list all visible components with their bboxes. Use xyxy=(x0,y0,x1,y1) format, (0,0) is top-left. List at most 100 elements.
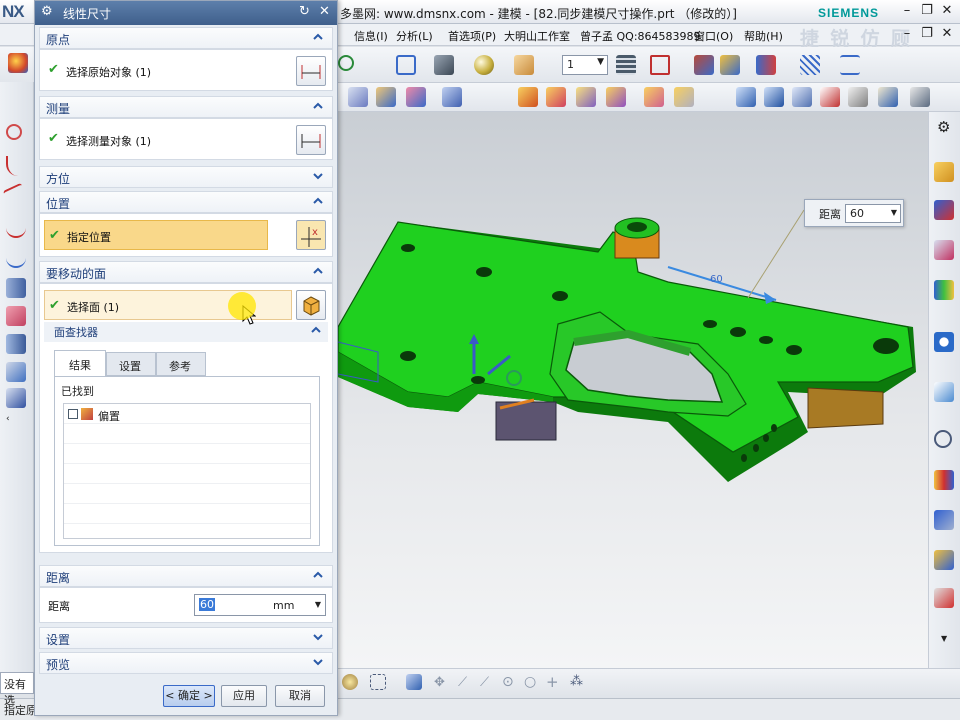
menu-studio[interactable]: 大明山工作室 xyxy=(504,28,570,44)
dimension-icon[interactable] xyxy=(840,55,860,75)
pull-face-icon[interactable] xyxy=(406,87,426,107)
constraint-navigator-icon[interactable] xyxy=(934,200,954,220)
pattern-face-icon[interactable] xyxy=(644,87,664,107)
delete-face-icon[interactable] xyxy=(606,87,626,107)
info-icon[interactable] xyxy=(934,332,954,352)
assembly-navigator-icon[interactable] xyxy=(934,162,954,182)
datum-plane-icon[interactable] xyxy=(6,388,26,408)
snap-settings-icon[interactable]: ⁂ xyxy=(570,674,583,689)
curve-icon[interactable] xyxy=(6,156,26,176)
offset-region-icon[interactable] xyxy=(442,87,462,107)
wcs-icon[interactable] xyxy=(650,55,670,75)
shading-icon[interactable] xyxy=(474,55,494,75)
tab-results[interactable]: 结果 xyxy=(54,350,106,376)
section-faces-header[interactable]: 要移动的面 xyxy=(39,261,333,283)
doc-close-button[interactable]: ✕ xyxy=(938,26,956,42)
distance-input[interactable]: 60 mm ▼ xyxy=(194,594,326,616)
section-location-header[interactable]: 位置 xyxy=(39,191,333,213)
trim-body-icon[interactable] xyxy=(6,362,26,382)
resize-blend-icon[interactable] xyxy=(546,87,566,107)
reset-icon[interactable]: ↻ xyxy=(299,4,310,19)
chevron-down-icon[interactable]: ▼ xyxy=(315,600,321,609)
gear-icon[interactable]: ⚙ xyxy=(41,4,53,19)
optimize-face-icon[interactable] xyxy=(848,87,868,107)
existing-point-icon[interactable]: + xyxy=(546,673,559,691)
scroll-down-icon[interactable]: ▼ xyxy=(941,634,947,643)
section-orientation-header[interactable]: 方位 xyxy=(39,166,333,188)
doc-minimize-button[interactable]: – xyxy=(898,26,916,42)
cancel-button[interactable]: 取消 xyxy=(275,685,325,707)
snap-point-icon[interactable] xyxy=(342,674,358,690)
tab-reference[interactable]: 参考 xyxy=(156,352,206,376)
results-list[interactable]: 偏置 xyxy=(63,403,311,539)
process-studio-icon[interactable] xyxy=(934,510,954,530)
face-select-button[interactable] xyxy=(296,290,326,320)
background-icon[interactable] xyxy=(514,55,534,75)
endpoint-icon[interactable]: ✥ xyxy=(434,675,445,690)
roles-icon[interactable] xyxy=(934,588,954,608)
section-preview-header[interactable]: 预览 xyxy=(39,652,333,674)
measure-dimension-button[interactable] xyxy=(296,125,326,155)
revolve-icon[interactable] xyxy=(6,306,26,326)
copy-face-icon[interactable] xyxy=(674,87,694,107)
menu-window[interactable]: 窗口(O) xyxy=(694,28,733,44)
shell-body-icon[interactable] xyxy=(820,87,840,107)
ok-button[interactable]: < 确定 > xyxy=(163,685,215,707)
gear-icon[interactable]: ⚙ xyxy=(937,118,950,136)
menu-info[interactable]: 信息(I) xyxy=(354,28,388,44)
fit-view-icon[interactable] xyxy=(396,55,416,75)
start-icon[interactable] xyxy=(8,53,28,73)
quadrant-point-icon[interactable]: ○ xyxy=(524,674,536,690)
restore-button[interactable]: ❐ xyxy=(918,3,936,19)
part-navigator-icon[interactable] xyxy=(934,240,954,260)
midpoint-icon[interactable]: ⟋ xyxy=(458,675,467,690)
linear-dimension-icon[interactable] xyxy=(736,87,756,107)
select-origin-label[interactable]: 选择原始对象 (1) xyxy=(66,64,151,80)
spline-icon[interactable] xyxy=(2,182,30,210)
layer-settings-icon[interactable] xyxy=(616,55,636,75)
refresh-icon[interactable] xyxy=(338,55,354,71)
select-measure-label[interactable]: 选择测量对象 (1) xyxy=(66,133,151,149)
center-point-icon[interactable]: ⊙ xyxy=(502,674,514,690)
reuse-library-icon[interactable] xyxy=(934,280,954,300)
list-item[interactable]: 偏置 xyxy=(66,406,306,424)
menu-help[interactable]: 帮助(H) xyxy=(744,28,783,44)
manufacturing-wizard-icon[interactable] xyxy=(934,550,954,570)
snap-icon[interactable] xyxy=(694,55,714,75)
checkbox[interactable] xyxy=(68,409,78,419)
origin-dimension-button[interactable] xyxy=(296,56,326,86)
graphics-window[interactable]: 60 xyxy=(338,112,928,668)
move-face-icon[interactable] xyxy=(376,87,396,107)
section-distance-header[interactable]: 距离 xyxy=(39,565,333,587)
minimize-button[interactable]: – xyxy=(898,3,916,19)
radial-dimension-icon[interactable] xyxy=(792,87,812,107)
face-finder-header[interactable]: 面查找器 xyxy=(44,322,328,342)
sweep-icon[interactable] xyxy=(6,334,26,354)
point-dialog-button[interactable]: x xyxy=(296,220,326,250)
control-point-icon[interactable]: ⟋ xyxy=(480,675,489,690)
floating-distance-input[interactable]: 60 ▼ xyxy=(845,204,901,223)
section-settings-header[interactable]: 设置 xyxy=(39,627,333,649)
tab-settings[interactable]: 设置 xyxy=(106,352,156,376)
more-tools-icon[interactable] xyxy=(910,87,930,107)
menu-preferences[interactable]: 首选项(P) xyxy=(448,28,496,44)
grid-icon[interactable] xyxy=(800,55,820,75)
offset-curve-icon[interactable] xyxy=(6,218,26,238)
menu-analysis[interactable]: 分析(L) xyxy=(396,28,433,44)
doc-restore-button[interactable]: ❐ xyxy=(918,26,936,42)
render-style-icon[interactable] xyxy=(434,55,454,75)
menu-qq[interactable]: 曾子孟 QQ:864583989 xyxy=(580,28,701,44)
replace-face-icon[interactable] xyxy=(518,87,538,107)
section-origin-header[interactable]: 原点 xyxy=(39,27,333,49)
close-icon[interactable]: ✕ xyxy=(319,4,330,19)
select-body-icon[interactable] xyxy=(406,674,422,690)
circle-icon[interactable] xyxy=(6,124,22,140)
scroll-left-icon[interactable]: ‹ xyxy=(6,414,10,424)
layer-select[interactable]: 1 ▼ xyxy=(562,55,608,75)
rectangle-select-icon[interactable] xyxy=(370,674,386,690)
web-browser-icon[interactable] xyxy=(934,382,954,402)
part-model[interactable]: 60 xyxy=(338,112,928,668)
close-window-button[interactable]: ✕ xyxy=(938,3,956,19)
project-curve-icon[interactable] xyxy=(6,248,26,268)
apply-button[interactable]: 应用 xyxy=(221,685,267,707)
